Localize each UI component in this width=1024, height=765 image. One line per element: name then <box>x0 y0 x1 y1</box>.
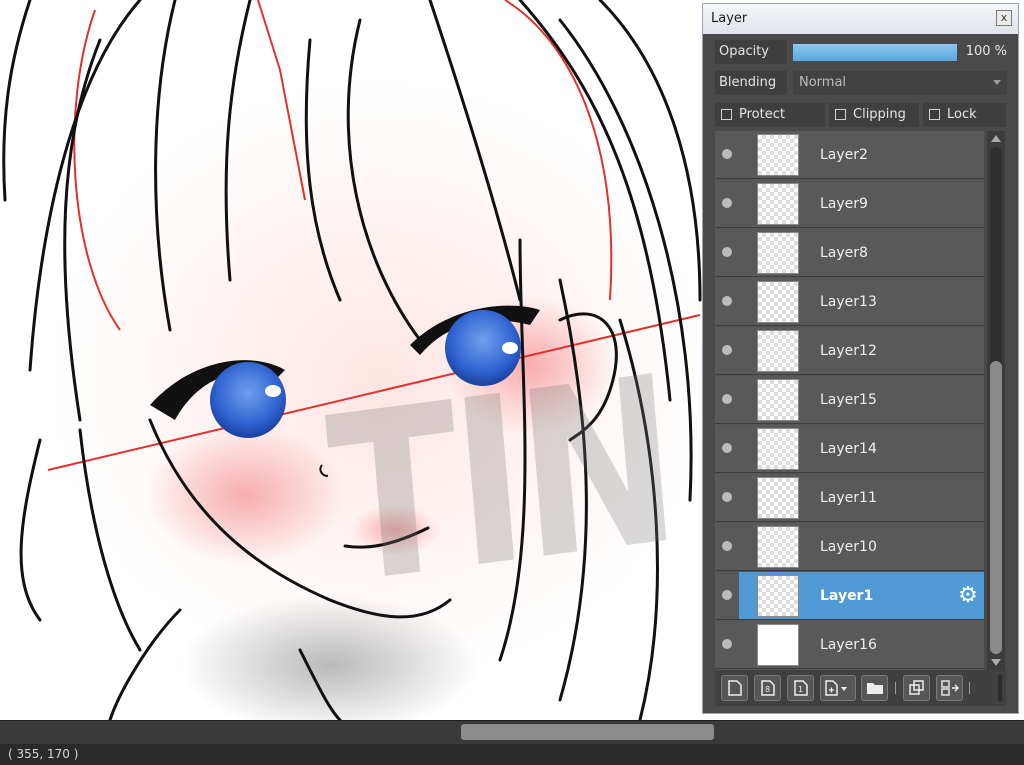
new-layer-icon <box>727 680 742 696</box>
visibility-icon[interactable] <box>722 590 732 600</box>
lock-checkbox[interactable]: Lock <box>923 103 1006 127</box>
opacity-value: 100 % <box>965 44 1007 59</box>
opacity-label: Opacity <box>715 40 787 64</box>
visibility-icon[interactable] <box>722 443 732 453</box>
layer-name: Layer11 <box>820 490 877 506</box>
layer-name: Layer9 <box>820 196 868 212</box>
toolbar-separator <box>969 682 970 694</box>
layer-name: Layer2 <box>820 147 868 163</box>
scroll-up-icon[interactable] <box>991 135 1001 142</box>
layer-thumbnail <box>757 330 799 372</box>
visibility-icon[interactable] <box>722 247 732 257</box>
clipping-checkbox[interactable]: Clipping <box>829 103 919 127</box>
gear-icon[interactable]: ⚙ <box>956 584 980 608</box>
new-folder-icon <box>866 683 883 694</box>
scroll-track[interactable] <box>990 147 1002 654</box>
panel-title[interactable]: Layer <box>703 4 1018 34</box>
visibility-icon[interactable] <box>722 198 732 208</box>
layer-thumbnail <box>757 134 799 176</box>
protect-alpha-checkbox[interactable]: Protect Alpha <box>715 103 825 146</box>
layer-row-layer2[interactable]: Layer2 <box>715 131 984 179</box>
layer-name: Layer1 <box>820 588 874 604</box>
new-folder-button[interactable] <box>861 675 888 701</box>
layer-row-layer9[interactable]: Layer9 <box>715 180 984 228</box>
checkbox-icon <box>835 109 846 120</box>
visibility-icon[interactable] <box>722 639 732 649</box>
svg-text:8: 8 <box>765 685 770 694</box>
visibility-icon[interactable] <box>722 149 732 159</box>
opacity-slider-fill <box>793 44 957 61</box>
layer-thumbnail <box>757 624 799 666</box>
layer-row-layer15[interactable]: Layer15 <box>715 376 984 424</box>
new-1bit-layer-button[interactable]: 1 <box>787 675 814 701</box>
layer-row-layer11[interactable]: Layer11 <box>715 474 984 522</box>
visibility-icon[interactable] <box>722 345 732 355</box>
layer-name: Layer16 <box>820 637 877 653</box>
scroll-thumb[interactable] <box>990 361 1002 654</box>
new-8bit-layer-button[interactable]: 8 <box>754 675 781 701</box>
layer-panel: Layer x Opacity 100 % Blending Normal Pr… <box>702 3 1019 714</box>
layer-thumbnail <box>757 379 799 421</box>
checkbox-icon <box>929 109 940 120</box>
clipping-label: Clipping <box>853 107 906 122</box>
add-layer-menu-icon <box>825 680 847 696</box>
new-8bit-layer-icon: 8 <box>760 680 775 696</box>
scroll-down-icon[interactable] <box>991 659 1001 666</box>
duplicate-layer-button[interactable] <box>903 675 930 701</box>
add-layer-menu-button[interactable] <box>820 675 856 701</box>
layer-row-layer8[interactable]: Layer8 <box>715 229 984 277</box>
blending-value: Normal <box>799 75 847 90</box>
opacity-slider[interactable] <box>793 44 957 61</box>
layer-name: Layer15 <box>820 392 877 408</box>
checkbox-icon <box>721 109 732 120</box>
layer-row-layer10[interactable]: Layer10 <box>715 523 984 571</box>
visibility-icon[interactable] <box>722 492 732 502</box>
visibility-icon[interactable] <box>722 394 732 404</box>
horizontal-scrollbar[interactable] <box>0 720 1024 744</box>
layer-list: Layer2 Layer9 Layer8 Layer13 Layer12 Lay… <box>715 131 984 670</box>
opacity-row: Opacity 100 % <box>715 40 1007 64</box>
merge-down-icon <box>940 680 959 696</box>
duplicate-layer-icon <box>908 680 924 695</box>
toolbar-scroll-stub <box>998 675 1002 701</box>
visibility-icon[interactable] <box>722 296 732 306</box>
layer-name: Layer14 <box>820 441 877 457</box>
cursor-coordinates: ( 355, 170 ) <box>8 747 79 761</box>
layer-name: Layer10 <box>820 539 877 555</box>
horizontal-scroll-thumb[interactable] <box>461 724 714 740</box>
layer-row-layer1[interactable]: Layer1 ⚙ <box>715 572 984 620</box>
layer-list-scrollbar[interactable] <box>987 131 1005 670</box>
layer-row-layer14[interactable]: Layer14 <box>715 425 984 473</box>
layer-row-layer13[interactable]: Layer13 <box>715 278 984 326</box>
layer-name: Layer8 <box>820 245 868 261</box>
layer-thumbnail <box>757 281 799 323</box>
blending-row: Blending Normal <box>715 71 1007 95</box>
blending-select[interactable]: Normal <box>793 71 1007 95</box>
visibility-icon[interactable] <box>722 541 732 551</box>
merge-down-button[interactable] <box>936 675 963 701</box>
new-layer-button[interactable] <box>721 675 748 701</box>
layer-name: Layer12 <box>820 343 877 359</box>
layer-row-layer12[interactable]: Layer12 <box>715 327 984 375</box>
layer-thumbnail <box>757 232 799 274</box>
layer-thumbnail <box>757 183 799 225</box>
toolbar-separator <box>895 682 896 694</box>
svg-text:1: 1 <box>798 685 803 694</box>
layer-thumbnail <box>757 575 799 617</box>
blending-label: Blending <box>715 71 787 95</box>
new-1bit-layer-icon: 1 <box>793 680 808 696</box>
chevron-down-icon <box>993 80 1001 85</box>
layer-row-layer16[interactable]: Layer16 <box>715 621 984 669</box>
layer-options: Protect Alpha Clipping Lock <box>715 103 1006 146</box>
layer-name: Layer13 <box>820 294 877 310</box>
layer-toolbar: 8 1 <box>715 670 1006 706</box>
layer-thumbnail <box>757 477 799 519</box>
lock-label: Lock <box>947 107 977 122</box>
watermark-text: TIN <box>320 327 684 637</box>
layer-thumbnail <box>757 428 799 470</box>
layer-thumbnail <box>757 526 799 568</box>
close-icon[interactable]: x <box>996 10 1012 26</box>
status-bar: ( 355, 170 ) <box>0 744 1024 765</box>
